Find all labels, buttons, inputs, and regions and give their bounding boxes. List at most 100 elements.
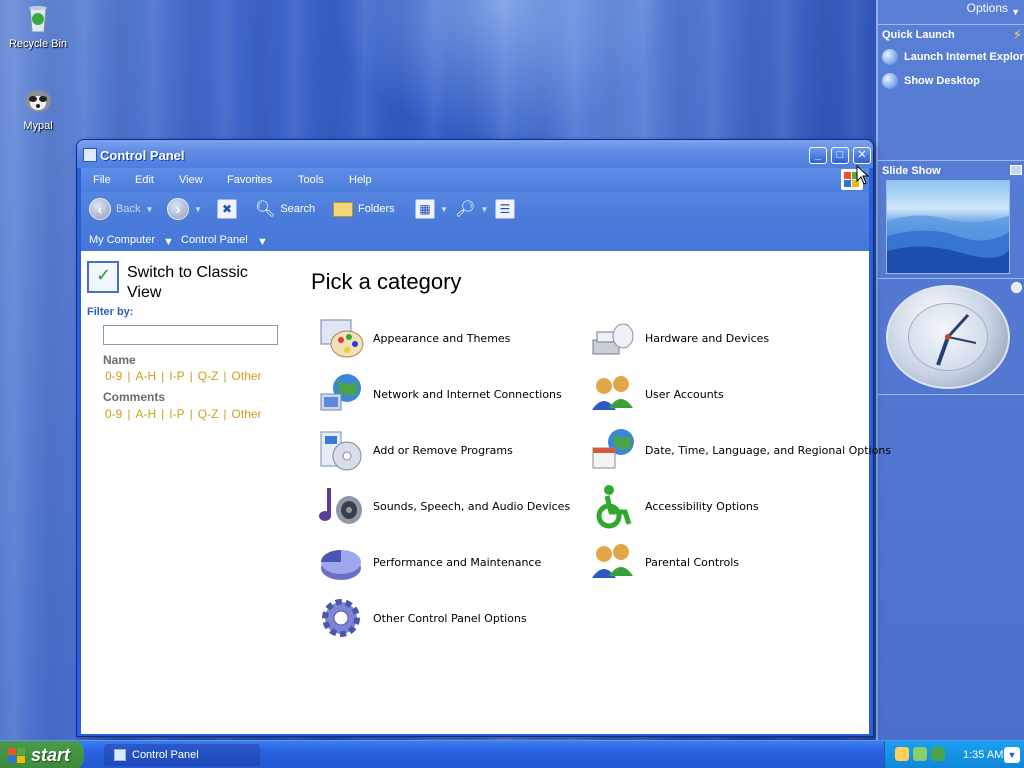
slideshow-image[interactable]	[886, 180, 1010, 274]
filter-comments-i-p[interactable]: I-P	[169, 407, 184, 421]
category-network-internet[interactable]: Network and Internet Connections	[317, 369, 562, 419]
category-label: Network and Internet Connections	[373, 387, 562, 401]
mypal-icon	[22, 84, 54, 116]
desktop-icon-recycle-bin[interactable]: Recycle Bin	[2, 2, 74, 50]
filter-name-i-p[interactable]: I-P	[169, 369, 184, 383]
camera-icon[interactable]	[1010, 165, 1022, 175]
filter-name-q-z[interactable]: Q-Z	[198, 369, 219, 383]
views-button[interactable]: ▦ ▼	[415, 198, 448, 220]
filter-group-comments-label: Comments	[103, 390, 166, 404]
category-hardware-devices[interactable]: Hardware and Devices	[589, 313, 769, 363]
category-user-accounts[interactable]: User Accounts	[589, 369, 724, 419]
category-performance-maintenance[interactable]: Performance and Maintenance	[317, 537, 541, 587]
filter-comments-0-9[interactable]: 0-9	[105, 407, 122, 421]
chevron-down-icon[interactable]: ▼	[257, 236, 268, 248]
quick-launch-ie[interactable]: Launch Internet Explorer	[882, 49, 1024, 65]
category-sounds-speech-audio[interactable]: Sounds, Speech, and Audio Devices	[317, 481, 570, 531]
category-label: Sounds, Speech, and Audio Devices	[373, 499, 571, 513]
tray-tool-icon[interactable]	[895, 747, 909, 761]
breadcrumb-my-computer[interactable]: My Computer	[89, 234, 155, 246]
chevron-down-icon[interactable]: ▼	[163, 236, 174, 248]
chevron-down-icon: ▼	[145, 204, 154, 214]
desktop-icon	[882, 73, 898, 89]
back-button[interactable]: ‹ Back ▼	[89, 198, 153, 220]
category-date-time-language[interactable]: Date, Time, Language, and Regional Optio…	[589, 425, 891, 475]
system-tray: 1:35 AM ▼	[884, 741, 1024, 768]
category-add-remove-programs[interactable]: Add or Remove Programs	[317, 425, 513, 475]
chevron-down-icon: ▼	[440, 204, 448, 214]
zoom-button[interactable]: 🔎︎ ▼	[455, 198, 488, 220]
menu-tools[interactable]: Tools	[298, 174, 324, 186]
taskbar-item-control-panel[interactable]: Control Panel	[104, 744, 260, 766]
filter-comments-a-h[interactable]: A-H	[135, 407, 156, 421]
chevron-down-icon[interactable]: ▼	[1004, 747, 1020, 763]
views-icon: ▦	[415, 199, 435, 219]
filter-comments-q-z[interactable]: Q-Z	[198, 407, 219, 421]
window-titlebar[interactable]: Control Panel _ □ ✕	[77, 140, 873, 168]
category-label: Accessibility Options	[645, 499, 759, 513]
control-panel-icon	[83, 148, 97, 162]
folders-label: Folders	[358, 203, 395, 215]
quick-launch-show-desktop-label: Show Desktop	[904, 75, 980, 87]
category-label: Other Control Panel Options	[373, 611, 527, 625]
sidebar-options-button[interactable]: Options	[967, 1, 1008, 15]
filter-name-0-9[interactable]: 0-9	[105, 369, 122, 383]
search-icon: 🔍︎	[255, 201, 276, 218]
sidebar-empty-area	[878, 394, 1024, 740]
category-label: User Accounts	[645, 387, 724, 401]
user-accounts-icon	[589, 370, 637, 418]
folders-button[interactable]: Folders	[333, 198, 395, 220]
folders-icon	[333, 201, 353, 217]
back-label: Back	[116, 203, 141, 215]
category-accessibility[interactable]: Accessibility Options	[589, 481, 759, 531]
control-panel-window: Control Panel _ □ ✕ File Edit View Favor…	[76, 139, 891, 737]
forward-arrow-icon: ›	[167, 198, 189, 220]
switch-classic-view-link[interactable]: Switch to Classic View	[127, 263, 277, 303]
minimize-button[interactable]: _	[809, 147, 827, 164]
filter-name-other[interactable]: Other	[232, 369, 262, 383]
hardware-icon	[589, 314, 637, 362]
classic-view-icon[interactable]	[87, 261, 119, 293]
chevron-down-icon[interactable]: ▼	[1011, 7, 1020, 17]
filter-input[interactable]	[103, 325, 278, 345]
tray-network-icon[interactable]	[913, 747, 927, 761]
filter-comments-other[interactable]: Other	[232, 407, 262, 421]
back-arrow-icon: ‹	[89, 198, 111, 220]
menu-favorites[interactable]: Favorites	[227, 174, 272, 186]
magnifier-icon: 🔎︎	[455, 201, 476, 218]
details-button[interactable]: ☰	[495, 198, 515, 220]
category-appearance-themes[interactable]: Appearance and Themes	[317, 313, 510, 363]
start-button[interactable]: start	[0, 741, 84, 768]
menu-edit[interactable]: Edit	[135, 174, 154, 186]
menu-file[interactable]: File	[93, 174, 111, 186]
up-folder-button[interactable]: ✖	[217, 198, 237, 220]
menu-help[interactable]: Help	[349, 174, 372, 186]
desktop-icon-mypal[interactable]: Mypal	[2, 84, 74, 132]
category-label: Add or Remove Programs	[373, 443, 513, 457]
clock-settings-icon[interactable]	[1011, 282, 1022, 293]
search-button[interactable]: 🔍︎ Search	[255, 198, 315, 220]
gear-icon	[317, 594, 365, 642]
category-other-options[interactable]: Other Control Panel Options	[317, 593, 527, 643]
filter-name-links: 0-9 | A-H | I-P | Q-Z | Other	[105, 369, 262, 383]
desktop-glow	[330, 0, 670, 140]
performance-icon	[317, 538, 365, 586]
filter-name-a-h[interactable]: A-H	[135, 369, 156, 383]
close-button[interactable]: ✕	[853, 147, 871, 164]
tray-safe-remove-icon[interactable]	[931, 747, 945, 761]
clock-section	[878, 278, 1024, 394]
category-label: Parental Controls	[645, 555, 739, 569]
sounds-icon	[317, 482, 365, 530]
maximize-button[interactable]: □	[831, 147, 849, 164]
forward-button[interactable]: › ▼	[167, 198, 202, 220]
desktop-icon-label: Recycle Bin	[8, 38, 68, 50]
tray-clock[interactable]: 1:35 AM	[963, 749, 1003, 761]
category-parental-controls[interactable]: Parental Controls	[589, 537, 739, 587]
sidebar: Options ▼ Quick Launch ⚡ Launch Internet…	[876, 0, 1024, 740]
date-time-icon	[589, 426, 637, 474]
parental-controls-icon	[589, 538, 637, 586]
quick-launch-show-desktop[interactable]: Show Desktop	[882, 73, 980, 89]
analog-clock	[886, 285, 1010, 389]
menu-view[interactable]: View	[179, 174, 203, 186]
breadcrumb-control-panel[interactable]: Control Panel	[181, 234, 248, 246]
